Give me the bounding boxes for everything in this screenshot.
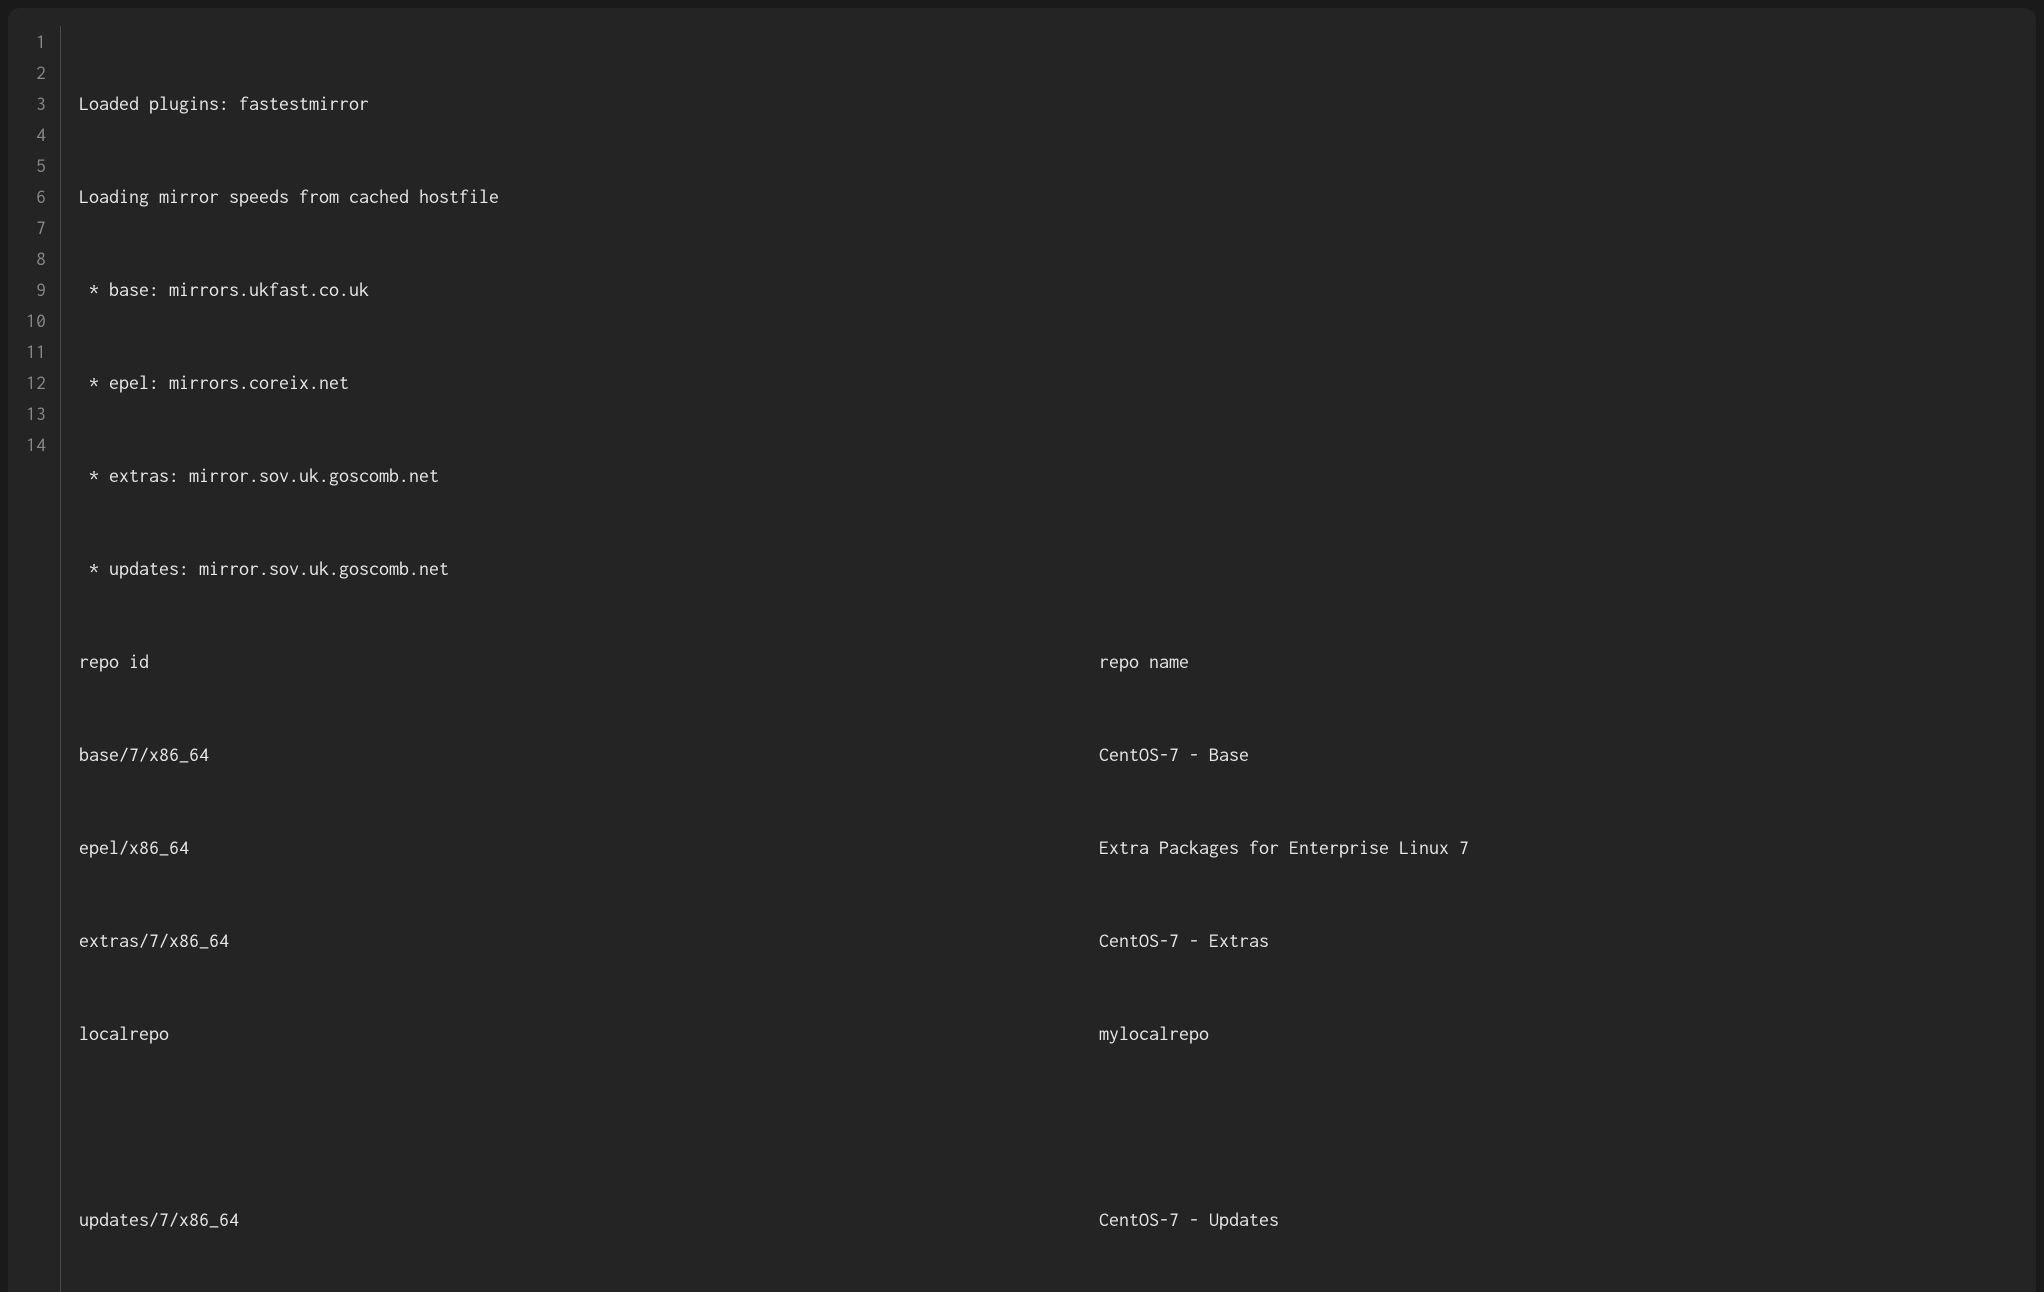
repo-name-col [1099, 274, 2036, 305]
line-number: 9 [26, 274, 46, 305]
repo-name-col: CentOS-7 - Base [1099, 739, 2036, 770]
code-content[interactable]: Loaded plugins: fastestmirror Loading mi… [61, 26, 2036, 1292]
repo-name-col [1099, 553, 2036, 584]
repo-id-col: * epel: mirrors.coreix.net [79, 367, 1099, 398]
line-number: 13 [26, 398, 46, 429]
line-number: 12 [26, 367, 46, 398]
repo-id-col: * updates: mirror.sov.uk.goscomb.net [79, 553, 1099, 584]
repo-name-col: repo name [1099, 646, 2036, 677]
repo-name-col [1099, 367, 2036, 398]
code-line: Loading mirror speeds from cached hostfi… [79, 181, 2036, 212]
line-number: 6 [26, 181, 46, 212]
repo-id-col: updates/7/x86_64 [79, 1204, 1099, 1235]
repo-id-col: repo id [79, 646, 1099, 677]
line-number-gutter: 1 2 3 4 5 6 7 8 9 10 11 12 13 14 [8, 26, 61, 1292]
repo-name-col [1099, 88, 2036, 119]
code-line: * base: mirrors.ukfast.co.uk [79, 274, 2036, 305]
line-number: 11 [26, 336, 46, 367]
code-line: localrepomylocalrepo [79, 1018, 2036, 1049]
code-line: repo idrepo name [79, 646, 2036, 677]
repo-id-col: Loading mirror speeds from cached hostfi… [79, 181, 1099, 212]
line-number: 5 [26, 150, 46, 181]
code-line: * epel: mirrors.coreix.net [79, 367, 2036, 398]
code-line: epel/x86_64Extra Packages for Enterprise… [79, 832, 2036, 863]
line-number: 2 [26, 57, 46, 88]
line-number: 10 [26, 305, 46, 336]
repo-id-col: * base: mirrors.ukfast.co.uk [79, 274, 1099, 305]
line-number: 8 [26, 243, 46, 274]
code-line: base/7/x86_64CentOS-7 - Base [79, 739, 2036, 770]
repo-id-col [79, 1111, 1099, 1142]
line-number: 7 [26, 212, 46, 243]
repo-name-col: Extra Packages for Enterprise Linux 7 [1099, 832, 2036, 863]
repo-name-col [1099, 460, 2036, 491]
code-line [79, 1111, 2036, 1142]
repo-id-col: epel/x86_64 [79, 832, 1099, 863]
repo-id-col: * extras: mirror.sov.uk.goscomb.net [79, 460, 1099, 491]
repo-name-col: CentOS-7 - Updates [1099, 1204, 2036, 1235]
repo-name-col [1099, 181, 2036, 212]
code-line: * extras: mirror.sov.uk.goscomb.net [79, 460, 2036, 491]
line-number: 3 [26, 88, 46, 119]
line-number: 14 [26, 429, 46, 460]
code-block: 1 2 3 4 5 6 7 8 9 10 11 12 13 14 Loaded … [8, 8, 2036, 1292]
repo-id-col: base/7/x86_64 [79, 739, 1099, 770]
line-number: 1 [26, 26, 46, 57]
code-line: extras/7/x86_64CentOS-7 - Extras [79, 925, 2036, 956]
repo-name-col: mylocalrepo [1099, 1018, 2036, 1049]
repo-name-col [1099, 1111, 2036, 1142]
code-line: updates/7/x86_64CentOS-7 - Updates [79, 1204, 2036, 1235]
repo-id-col: Loaded plugins: fastestmirror [79, 88, 1099, 119]
code-line: Loaded plugins: fastestmirror [79, 88, 2036, 119]
line-number: 4 [26, 119, 46, 150]
code-line: * updates: mirror.sov.uk.goscomb.net [79, 553, 2036, 584]
repo-id-col: localrepo [79, 1018, 1099, 1049]
repo-id-col: extras/7/x86_64 [79, 925, 1099, 956]
repo-name-col: CentOS-7 - Extras [1099, 925, 2036, 956]
